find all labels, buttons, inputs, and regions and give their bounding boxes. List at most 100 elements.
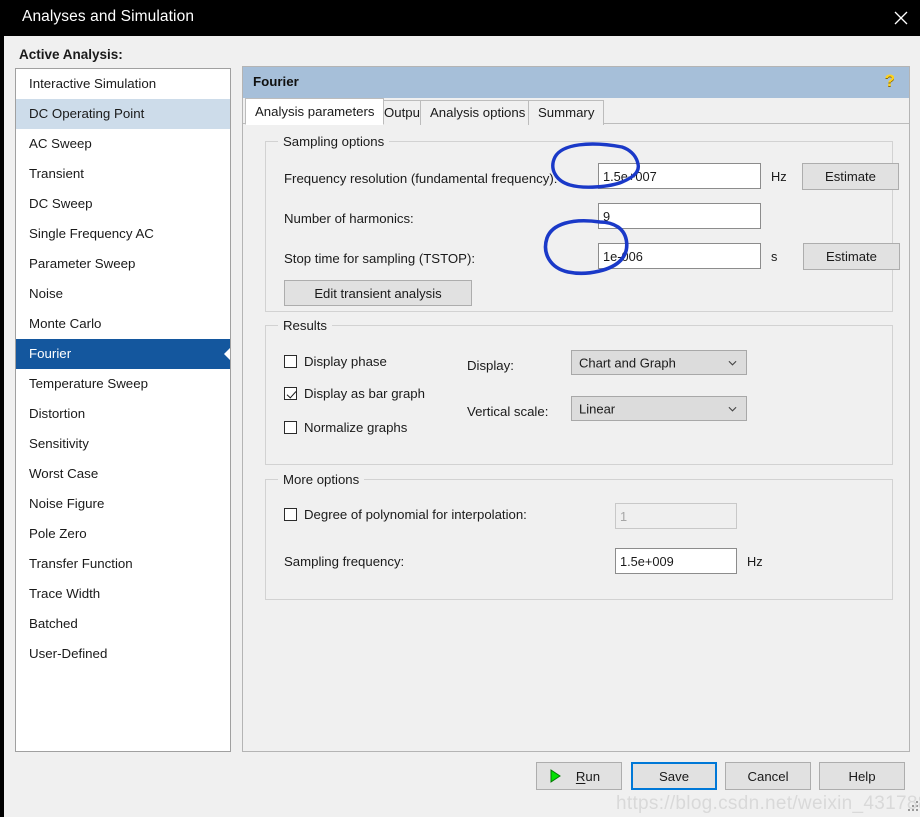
window-title: Analyses and Simulation bbox=[22, 8, 195, 25]
watermark: https://blog.csdn.net/weixin_43178828 bbox=[616, 793, 920, 814]
tab-label: Output bbox=[384, 105, 424, 120]
sidebar-item-dc-operating-point[interactable]: DC Operating Point bbox=[16, 99, 230, 129]
fourier-panel: Fourier ? Analysis parameters Output Analy… bbox=[242, 66, 910, 752]
estimate-frequency-button[interactable]: Estimate bbox=[802, 163, 899, 190]
question-mark-icon[interactable]: ? bbox=[885, 72, 895, 89]
tab-label: Summary bbox=[538, 105, 595, 120]
sampling-options-group: Sampling options Frequency resolution (f… bbox=[265, 134, 900, 312]
sidebar-item-label: Fourier bbox=[29, 346, 72, 361]
sidebar-item-label: Pole Zero bbox=[29, 526, 87, 541]
analysis-list[interactable]: Interactive Simulation DC Operating Point… bbox=[15, 68, 231, 752]
frequency-resolution-label: Frequency resolution (fundamental freque… bbox=[284, 171, 558, 186]
sampling-frequency-label: Sampling frequency: bbox=[284, 554, 405, 569]
sidebar-item-distortion[interactable]: Distortion bbox=[16, 399, 230, 429]
sidebar-item-ac-sweep[interactable]: AC Sweep bbox=[16, 129, 230, 159]
close-icon bbox=[894, 11, 908, 25]
degree-polynomial-input bbox=[615, 503, 737, 529]
normalize-graphs-checkbox-box bbox=[284, 421, 297, 434]
sidebar-item-label: AC Sweep bbox=[29, 136, 92, 151]
tab-strip[interactable]: Analysis parameters Output Analysis option… bbox=[243, 98, 909, 125]
save-button[interactable]: Save bbox=[631, 762, 717, 790]
active-analysis-label: Active Analysis: bbox=[19, 47, 123, 62]
sidebar-item-fourier[interactable]: Fourier bbox=[16, 339, 230, 369]
display-as-bar-graph-checkbox[interactable]: Display as bar graph bbox=[284, 386, 425, 401]
run-button-label: Run bbox=[575, 768, 601, 784]
number-of-harmonics-label: Number of harmonics: bbox=[284, 211, 414, 226]
sidebar-item-batched[interactable]: Batched bbox=[16, 609, 230, 639]
tab-summary[interactable]: Summary bbox=[528, 100, 605, 125]
edit-transient-analysis-button[interactable]: Edit transient analysis bbox=[284, 280, 472, 306]
chevron-down-icon bbox=[728, 406, 737, 412]
sidebar-item-monte-carlo[interactable]: Monte Carlo bbox=[16, 309, 230, 339]
sidebar-item-transient[interactable]: Transient bbox=[16, 159, 230, 189]
sampling-options-title: Sampling options bbox=[278, 134, 390, 149]
frequency-resolution-unit: Hz bbox=[771, 169, 787, 184]
stop-time-input[interactable] bbox=[598, 243, 761, 269]
display-select-value: Chart and Graph bbox=[579, 355, 676, 370]
sidebar-item-label: Transfer Function bbox=[29, 556, 133, 571]
sidebar-item-sensitivity[interactable]: Sensitivity bbox=[16, 429, 230, 459]
sidebar-item-worst-case[interactable]: Worst Case bbox=[16, 459, 230, 489]
chevron-down-icon bbox=[728, 360, 737, 366]
sidebar-item-noise[interactable]: Noise bbox=[16, 279, 230, 309]
close-button[interactable] bbox=[878, 0, 920, 36]
degree-polynomial-label: Degree of polynomial for interpolation: bbox=[304, 507, 527, 522]
run-button[interactable]: Run bbox=[536, 762, 622, 790]
display-as-bar-graph-checkbox-box bbox=[284, 387, 297, 400]
sidebar-item-label: Interactive Simulation bbox=[29, 76, 157, 91]
frequency-resolution-input[interactable] bbox=[598, 163, 761, 189]
sidebar-item-temperature-sweep[interactable]: Temperature Sweep bbox=[16, 369, 230, 399]
sidebar-item-label: Trace Width bbox=[29, 586, 101, 601]
panel-header: Fourier ? bbox=[243, 67, 909, 98]
sidebar-item-label: DC Operating Point bbox=[29, 106, 145, 121]
analyses-and-simulation-dialog: Analyses and Simulation Active Analysis:… bbox=[0, 0, 920, 817]
display-phase-checkbox-box bbox=[284, 355, 297, 368]
sidebar-item-label: Sensitivity bbox=[29, 436, 89, 451]
number-of-harmonics-input[interactable] bbox=[598, 203, 761, 229]
cancel-button[interactable]: Cancel bbox=[725, 762, 811, 790]
sidebar-item-dc-sweep[interactable]: DC Sweep bbox=[16, 189, 230, 219]
degree-polynomial-checkbox-box bbox=[284, 508, 297, 521]
sidebar-item-label: Noise bbox=[29, 286, 63, 301]
sidebar-item-single-frequency-ac[interactable]: Single Frequency AC bbox=[16, 219, 230, 249]
title-bar: Analyses and Simulation bbox=[4, 0, 920, 36]
sidebar-item-user-defined[interactable]: User-Defined bbox=[16, 639, 230, 669]
sidebar-item-pole-zero[interactable]: Pole Zero bbox=[16, 519, 230, 549]
more-options-group: More options Degree of polynomial for in… bbox=[265, 472, 893, 600]
sampling-frequency-input[interactable] bbox=[615, 548, 737, 574]
tab-analysis-parameters[interactable]: Analysis parameters bbox=[245, 98, 385, 125]
estimate-stop-time-button[interactable]: Estimate bbox=[803, 243, 900, 270]
sidebar-item-label: Monte Carlo bbox=[29, 316, 102, 331]
vertical-scale-label: Vertical scale: bbox=[467, 404, 549, 419]
sidebar-item-label: Single Frequency AC bbox=[29, 226, 154, 241]
sidebar-item-trace-width[interactable]: Trace Width bbox=[16, 579, 230, 609]
display-select[interactable]: Chart and Graph bbox=[571, 350, 747, 375]
degree-polynomial-checkbox[interactable]: Degree of polynomial for interpolation: bbox=[284, 507, 527, 522]
sidebar-item-parameter-sweep[interactable]: Parameter Sweep bbox=[16, 249, 230, 279]
sidebar-item-noise-figure[interactable]: Noise Figure bbox=[16, 489, 230, 519]
sampling-frequency-unit: Hz bbox=[747, 554, 763, 569]
panel-title: Fourier bbox=[253, 74, 299, 89]
help-button[interactable]: Help bbox=[819, 762, 905, 790]
tab-label: Analysis options bbox=[430, 105, 526, 120]
stop-time-unit: s bbox=[771, 249, 778, 264]
play-triangle-icon bbox=[550, 769, 561, 783]
vertical-scale-select[interactable]: Linear bbox=[571, 396, 747, 421]
normalize-graphs-label: Normalize graphs bbox=[304, 420, 408, 435]
display-label: Display: bbox=[467, 358, 514, 373]
more-options-title: More options bbox=[278, 472, 365, 487]
selection-arrow-icon bbox=[224, 347, 230, 361]
sidebar-item-label: Transient bbox=[29, 166, 84, 181]
stop-time-label: Stop time for sampling (TSTOP): bbox=[284, 251, 476, 266]
display-as-bar-graph-label: Display as bar graph bbox=[304, 386, 425, 401]
sidebar-item-label: Temperature Sweep bbox=[29, 376, 148, 391]
display-phase-checkbox[interactable]: Display phase bbox=[284, 354, 387, 369]
normalize-graphs-checkbox[interactable]: Normalize graphs bbox=[284, 420, 407, 435]
tab-analysis-options[interactable]: Analysis options bbox=[420, 100, 536, 125]
results-title: Results bbox=[278, 318, 332, 333]
sidebar-item-label: Noise Figure bbox=[29, 496, 105, 511]
sidebar-item-transfer-function[interactable]: Transfer Function bbox=[16, 549, 230, 579]
sidebar-item-label: Distortion bbox=[29, 406, 86, 421]
sidebar-item-interactive-simulation[interactable]: Interactive Simulation bbox=[16, 69, 230, 99]
sidebar-item-label: DC Sweep bbox=[29, 196, 93, 211]
